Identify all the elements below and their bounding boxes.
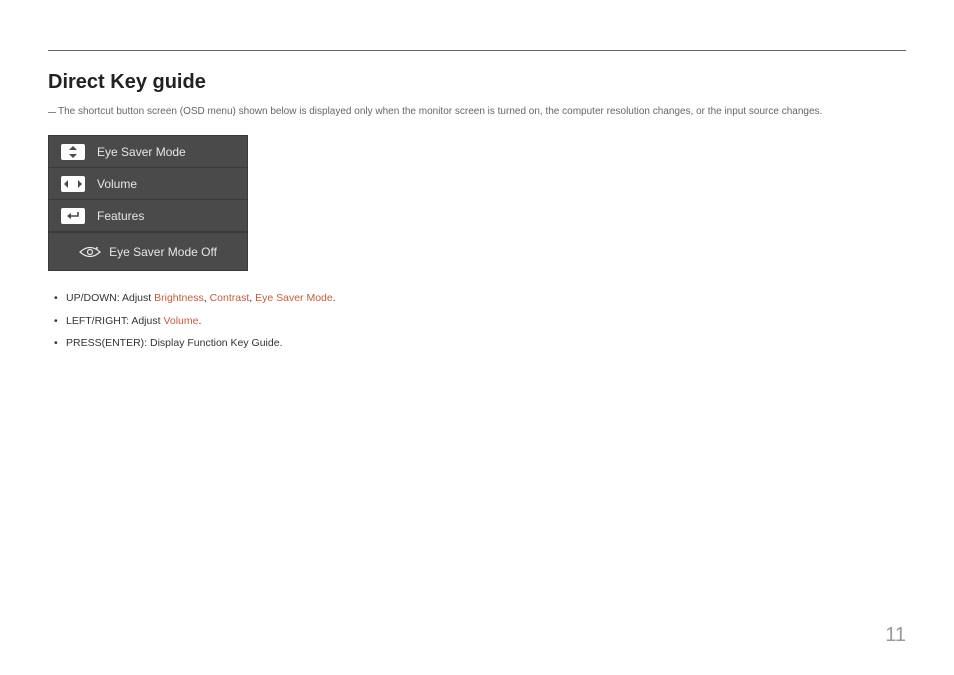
osd-row-eye-saver: Eye Saver Mode [49,136,247,168]
ref-link: Eye Saver Mode [255,292,333,304]
osd-row-label: Features [97,209,144,223]
section-title: Direct Key guide [48,71,906,94]
note-text: The shortcut button screen (OSD menu) sh… [58,106,822,117]
ref-link: Brightness [154,292,204,304]
osd-row-features: Features [49,200,247,232]
page-content: Direct Key guide The shortcut button scr… [0,0,954,399]
ref-link: Contrast [210,292,250,304]
ref-link: Volume [163,315,198,327]
bullet-suffix: . [333,292,336,304]
bullet-item: PRESS(ENTER): Display Function Key Guide… [54,336,906,351]
left-right-icon [61,176,85,192]
note-row: The shortcut button screen (OSD menu) sh… [48,106,906,117]
bullet-item: LEFT/RIGHT: Adjust Volume. [54,314,906,329]
osd-row-label: Eye Saver Mode [97,145,186,159]
eye-icon [79,245,101,259]
osd-status-row: Eye Saver Mode Off [49,232,247,270]
top-rule [48,50,906,51]
bullet-suffix: . [198,315,201,327]
enter-icon [61,208,85,224]
note-dash-icon [48,112,56,113]
osd-panel: Eye Saver Mode Volume Features [48,135,248,271]
osd-row-label: Volume [97,177,137,191]
osd-row-volume: Volume [49,168,247,200]
bullet-prefix: PRESS(ENTER): Display Function Key Guide… [66,337,283,349]
bullet-list: UP/DOWN: Adjust Brightness, Contrast, Ey… [48,291,906,351]
up-down-icon [61,144,85,160]
bullet-prefix: LEFT/RIGHT: Adjust [66,315,163,327]
osd-status-text: Eye Saver Mode Off [109,245,217,259]
bullet-prefix: UP/DOWN: Adjust [66,292,154,304]
bullet-item: UP/DOWN: Adjust Brightness, Contrast, Ey… [54,291,906,306]
page-number: 11 [885,624,906,647]
